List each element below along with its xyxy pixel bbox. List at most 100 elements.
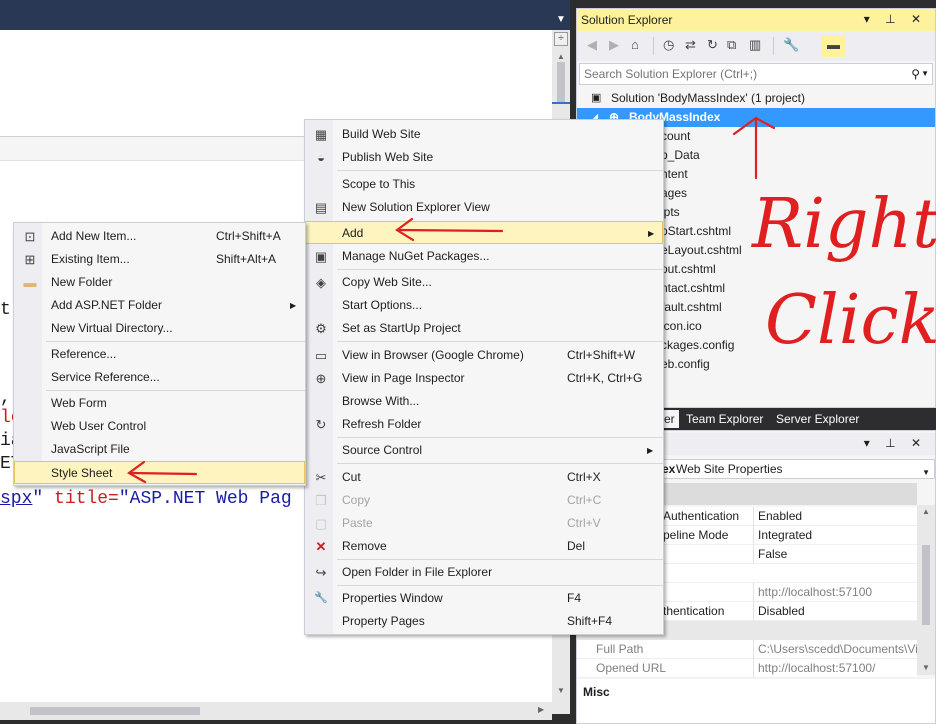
- tree-item-solution[interactable]: ▣ Solution 'BodyMassIndex' (1 project): [577, 89, 935, 108]
- menu-separator: [46, 390, 305, 391]
- existing-item-icon: ⊞: [24, 252, 36, 267]
- scroll-marker: [552, 102, 570, 104]
- home-icon[interactable]: ⌂: [631, 37, 639, 52]
- copy-icon: ❐: [315, 493, 327, 508]
- menu-item-new-virtual-directory[interactable]: New Virtual Directory...: [14, 317, 305, 340]
- toolbar-separator: [653, 37, 654, 55]
- history-icon[interactable]: ◷: [663, 37, 674, 53]
- code-line: spx" title="ASP.NET Web Pag: [0, 489, 292, 509]
- menu-item-copy[interactable]: ❐ Copy Ctrl+C: [305, 489, 663, 512]
- menu-item-scope-to-this[interactable]: Scope to This: [305, 173, 663, 196]
- gear-icon: ⚙: [315, 321, 327, 336]
- tab-dropdown-icon[interactable]: ▼: [556, 14, 566, 25]
- tab-team-explorer[interactable]: Team Explorer: [682, 410, 767, 428]
- menu-separator: [337, 463, 663, 464]
- menu-item-web-form[interactable]: Web Form: [14, 392, 305, 415]
- menu-separator: [337, 559, 663, 560]
- menu-item-property-pages[interactable]: Property Pages Shift+F4: [305, 610, 663, 633]
- scissors-icon: ✂: [315, 470, 327, 485]
- collapse-icon[interactable]: ⧉: [727, 37, 736, 53]
- refresh-icon[interactable]: ↻: [707, 37, 718, 53]
- browser-icon: ▭: [314, 348, 328, 363]
- scroll-right-icon[interactable]: ▶: [538, 705, 544, 714]
- panel-window-buttons[interactable]: ▾ ⊥ ✕: [864, 12, 927, 26]
- menu-item-existing-item[interactable]: ⊞ Existing Item... Shift+Alt+A: [14, 248, 305, 271]
- menu-item-publish-web-site[interactable]: ◒ Publish Web Site: [305, 146, 663, 169]
- menu-item-copy-web-site[interactable]: ◈ Copy Web Site...: [305, 271, 663, 294]
- menu-item-service-reference[interactable]: Service Reference...: [14, 366, 305, 389]
- publish-icon: ◒: [317, 150, 325, 165]
- split-icon[interactable]: ÷: [554, 32, 568, 46]
- search-input[interactable]: [584, 66, 884, 82]
- menu-item-set-startup-project[interactable]: ⚙ Set as StartUp Project: [305, 317, 663, 340]
- properties-scrollbar[interactable]: ▲ ▼: [917, 505, 935, 675]
- menu-item-properties-window[interactable]: 🔧 Properties Window F4: [305, 587, 663, 610]
- menu-item-style-sheet[interactable]: Style Sheet: [14, 461, 305, 484]
- scroll-down-icon[interactable]: ▼: [922, 663, 930, 672]
- menu-item-reference[interactable]: Reference...: [14, 343, 305, 366]
- menu-item-paste[interactable]: ▢ Paste Ctrl+V: [305, 512, 663, 535]
- menu-item-view-in-browser[interactable]: ▭ View in Browser (Google Chrome) Ctrl+Shi…: [305, 344, 663, 367]
- paste-icon: ▢: [314, 516, 328, 531]
- menu-item-start-options[interactable]: Start Options...: [305, 294, 663, 317]
- new-view-icon: ▤: [314, 200, 328, 215]
- search-icon[interactable]: ⚲: [911, 67, 920, 81]
- menu-item-cut[interactable]: ✂ Cut Ctrl+X: [305, 466, 663, 489]
- scroll-down-icon[interactable]: ▼: [557, 686, 565, 695]
- wrench-icon[interactable]: 🔧: [783, 37, 799, 53]
- menu-item-remove[interactable]: ✕ Remove Del: [305, 535, 663, 558]
- scroll-thumb[interactable]: [922, 545, 930, 625]
- menu-separator: [337, 170, 663, 171]
- menu-item-source-control[interactable]: Source Control ▶: [305, 439, 663, 462]
- submenu-arrow-icon: ▶: [647, 446, 654, 455]
- editor-horizontal-scrollbar[interactable]: ▶: [0, 702, 552, 720]
- chevron-down-icon[interactable]: ▼: [921, 69, 929, 78]
- code-link[interactable]: spx: [0, 489, 32, 509]
- menu-item-browse-with[interactable]: Browse With...: [305, 390, 663, 413]
- hscroll-thumb[interactable]: [30, 707, 200, 715]
- menu-item-add-aspnet-folder[interactable]: Add ASP.NET Folder ▶: [14, 294, 305, 317]
- scroll-up-icon[interactable]: ▲: [922, 507, 930, 516]
- editor-tab-bar: [0, 0, 576, 30]
- scroll-up-icon[interactable]: ▲: [557, 52, 565, 61]
- menu-item-refresh-folder[interactable]: ↻ Refresh Folder: [305, 413, 663, 436]
- show-all-icon[interactable]: ▥: [749, 37, 761, 53]
- remove-icon: ✕: [315, 539, 327, 554]
- chevron-down-icon[interactable]: ▼: [922, 464, 930, 482]
- menu-item-new-solution-explorer-view[interactable]: ▤ New Solution Explorer View: [305, 196, 663, 219]
- menu-item-javascript-file[interactable]: JavaScript File: [14, 438, 305, 461]
- build-icon: ▦: [314, 127, 328, 142]
- inspector-icon: ⊕: [315, 371, 327, 386]
- menu-item-add-new-item[interactable]: ⊡ Add New Item... Ctrl+Shift+A: [14, 225, 305, 248]
- toolbar-separator: [773, 37, 774, 55]
- refresh-icon: ↻: [315, 417, 327, 432]
- menu-item-view-in-page-inspector[interactable]: ⊕ View in Page Inspector Ctrl+K, Ctrl+G: [305, 367, 663, 390]
- menu-separator: [337, 269, 663, 270]
- solution-explorer-titlebar[interactable]: Solution Explorer ▾ ⊥ ✕: [577, 9, 935, 31]
- menu-item-open-folder[interactable]: ↪ Open Folder in File Explorer: [305, 561, 663, 584]
- menu-item-manage-nuget[interactable]: ▣ Manage NuGet Packages...: [305, 245, 663, 268]
- new-item-icon: ⊡: [24, 229, 36, 244]
- property-row[interactable]: Full Path C:\Users\scedd\Documents\Vi: [577, 640, 917, 659]
- submenu-arrow-icon: ▶: [648, 229, 655, 238]
- nuget-icon: ▣: [314, 249, 328, 264]
- menu-item-build-web-site[interactable]: ▦ Build Web Site: [305, 123, 663, 146]
- preview-icon: ▬: [827, 37, 840, 52]
- search-box[interactable]: ⚲ ▼: [579, 63, 933, 85]
- wrench-icon: 🔧: [314, 592, 328, 604]
- menu-item-web-user-control[interactable]: Web User Control: [14, 415, 305, 438]
- property-row[interactable]: Opened URL http://localhost:57100/: [577, 659, 917, 678]
- scroll-thumb[interactable]: [557, 62, 565, 102]
- code-line: ,: [0, 388, 11, 408]
- panel-window-buttons[interactable]: ▾ ⊥ ✕: [864, 436, 927, 450]
- sync-icon[interactable]: ⇄: [685, 37, 696, 53]
- back-icon[interactable]: ◀: [587, 37, 597, 53]
- menu-item-add[interactable]: Add ▶: [305, 221, 663, 244]
- code-line: t: [0, 300, 11, 320]
- solution-explorer-toolbar: ◀ ▶ ⌂ ◷ ⇄ ↻ ⧉ ▥ 🔧 ▬: [577, 31, 935, 61]
- menu-separator: [46, 341, 305, 342]
- tab-server-explorer[interactable]: Server Explorer: [772, 410, 863, 428]
- forward-icon[interactable]: ▶: [609, 37, 619, 53]
- solution-icon: ▣: [591, 92, 602, 104]
- menu-item-new-folder[interactable]: ▬ New Folder: [14, 271, 305, 294]
